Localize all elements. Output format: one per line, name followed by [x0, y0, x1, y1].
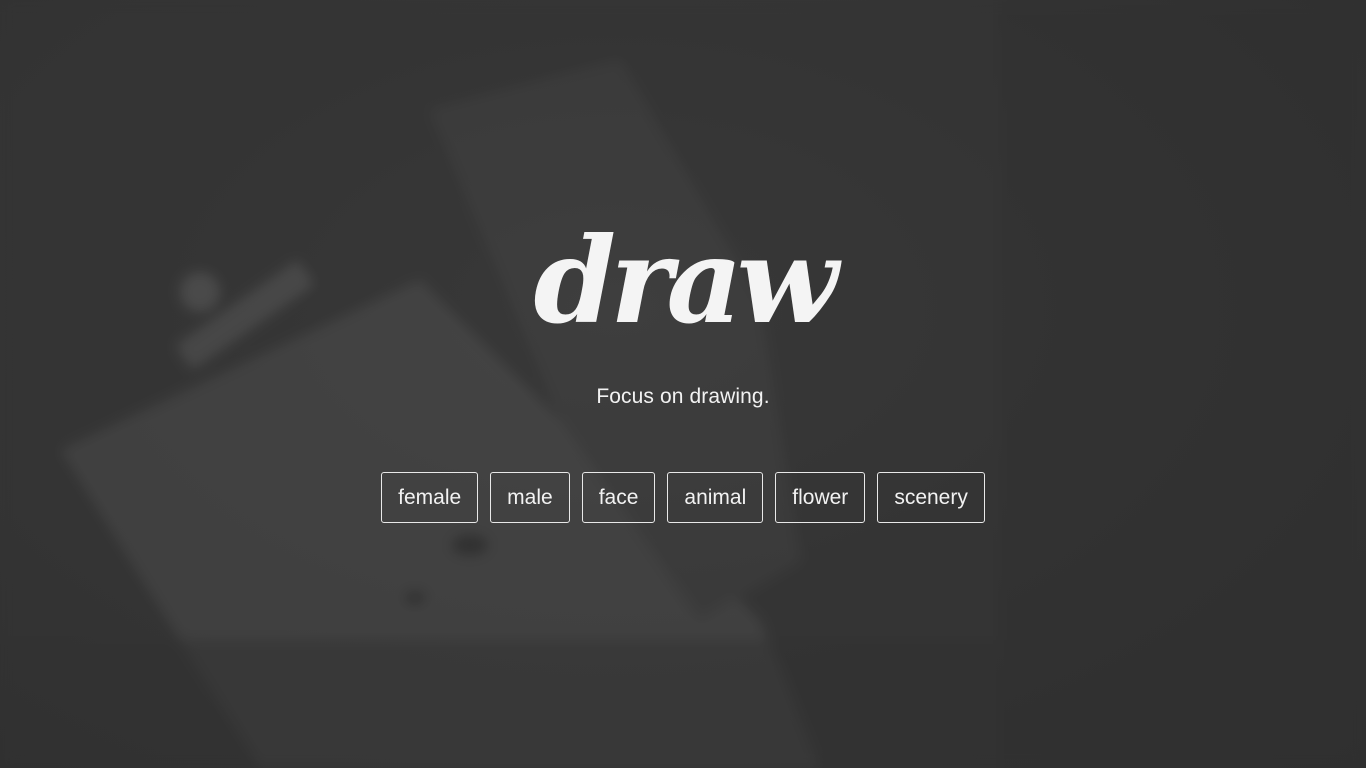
- category-button-scenery[interactable]: scenery: [877, 472, 985, 523]
- category-button-female[interactable]: female: [381, 472, 479, 523]
- tagline: Focus on drawing.: [596, 385, 770, 408]
- category-button-face[interactable]: face: [581, 472, 656, 523]
- category-button-animal[interactable]: animal: [667, 472, 764, 523]
- category-list: female male face animal flower scenery: [0, 472, 1366, 523]
- draw-logo: draw: [515, 211, 851, 350]
- logo-text: draw: [534, 222, 842, 338]
- hero: draw Focus on drawing. female male face …: [0, 0, 1366, 768]
- landing-page: draw Focus on drawing. female male face …: [0, 0, 1366, 768]
- category-button-flower[interactable]: flower: [775, 472, 866, 523]
- category-button-male[interactable]: male: [490, 472, 570, 523]
